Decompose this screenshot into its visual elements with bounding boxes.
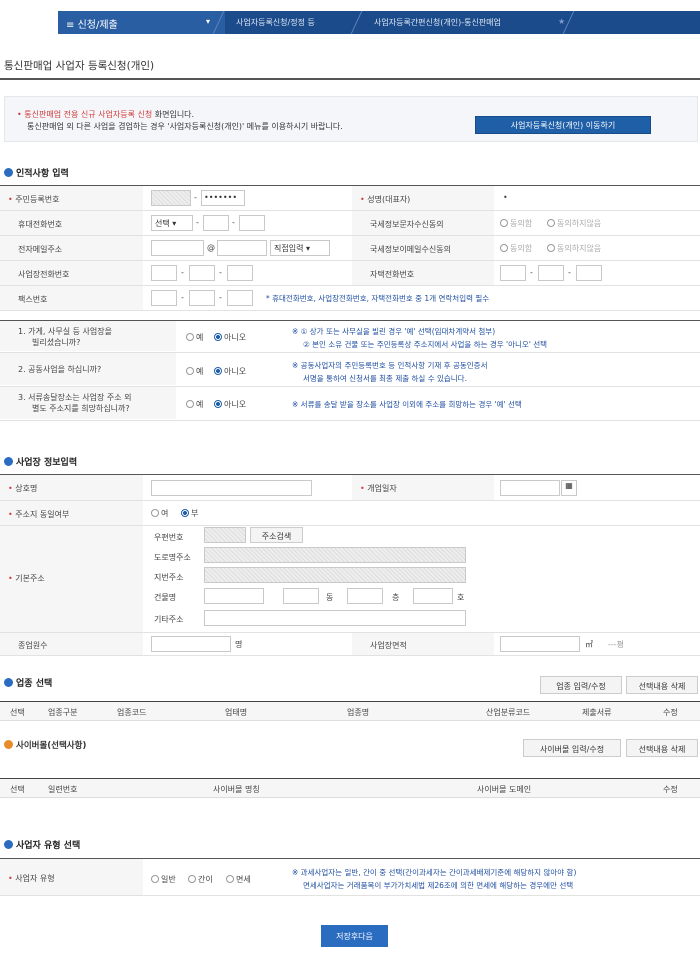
q2-no-radio[interactable]: 아니오 [214, 366, 246, 377]
employee-label: 종업원수 [0, 633, 143, 655]
industry-input-button[interactable]: 업종 입력/수정 [540, 676, 622, 694]
breadcrumb-item-1[interactable]: 사업자등록신청/정정 등 [236, 17, 315, 28]
email-domain-field[interactable] [217, 240, 267, 256]
cybermall-delete-button[interactable]: 선택내용 삭제 [626, 739, 698, 757]
industry-table-header: 선택 업종구분 업종코드 업태명 업종명 산업분류코드 제출서류 수정 [0, 701, 700, 721]
bullet-icon [4, 840, 13, 849]
rrn-back-field[interactable]: ••••••• [201, 190, 245, 206]
mobile-prefix-select[interactable]: 선택 ▾ [151, 215, 193, 231]
page-title: 통신판매업 사업자 등록신청(개인) [4, 60, 155, 72]
email-id-field[interactable] [151, 240, 204, 256]
cybermall-input-button[interactable]: 사이버몰 입력/수정 [523, 739, 621, 757]
address-search-button[interactable]: 주소검색 [250, 527, 303, 543]
biz-name-label: • 상호명 [0, 475, 143, 500]
open-date-label: • 개업일자 [352, 475, 494, 500]
dong-field[interactable] [283, 588, 319, 604]
home-phone-1[interactable] [500, 265, 526, 281]
area-label: 사업장면적 [352, 633, 494, 655]
bullet-icon [4, 457, 13, 466]
go-general-registration-button[interactable]: 사업자등록신청(개인) 이동하기 [475, 116, 651, 134]
employee-field[interactable] [151, 636, 231, 652]
name-label: • 성명(대표자) [352, 186, 494, 210]
rrn-label: • 주민등록번호 [0, 186, 143, 210]
fax-label: 팩스번호 [0, 286, 143, 310]
notice-line-2: 통신판매업 외 다른 사업을 겸업하는 경우 '사업자등록신청(개인)' 메뉴를… [27, 122, 343, 131]
biz-type-exempt-radio[interactable]: 면세 [226, 874, 251, 885]
home-phone-3[interactable] [576, 265, 602, 281]
biz-type-simple-radio[interactable]: 간이 [188, 874, 213, 885]
addr-same-no-radio[interactable]: 부 [181, 508, 198, 519]
save-next-button[interactable]: 저장후다음 [321, 925, 388, 947]
dropdown-arrow-icon[interactable]: ▾ [206, 17, 210, 26]
biz-type-label: • 사업자 유형 [0, 859, 143, 895]
sms-agree-radio[interactable]: 동의함 [500, 218, 532, 229]
notice-line-1: • 통신판매업 전용 신규 사업자등록 신청 화면입니다. [17, 110, 195, 119]
rrn-front-field[interactable] [151, 190, 191, 206]
biz-phone-2[interactable] [189, 265, 215, 281]
sms-disagree-radio[interactable]: 동의하지않음 [547, 218, 601, 229]
breadcrumb-separator [350, 11, 372, 34]
q3-yes-radio[interactable]: 예 [186, 399, 203, 410]
calendar-icon[interactable]: ▦ [561, 480, 577, 496]
menu-dropdown[interactable]: ≡ 신청/제출 [58, 11, 225, 34]
biz-phone-label: 사업장전화번호 [0, 261, 143, 285]
email-disagree-radio[interactable]: 동의하지않음 [547, 243, 601, 254]
star-icon[interactable]: ★ [558, 17, 565, 26]
fax-1[interactable] [151, 290, 177, 306]
bullet-icon [4, 168, 13, 177]
zipcode-field[interactable] [204, 527, 246, 543]
name-value: • [503, 193, 508, 202]
question-2: 2. 공동사업을 하십니까? [0, 353, 176, 385]
fax-3[interactable] [227, 290, 253, 306]
biz-phone-3[interactable] [227, 265, 253, 281]
breadcrumb-separator [562, 11, 584, 34]
addr-same-label: • 주소지 동일여부 [0, 501, 143, 525]
section-industry-title: 업종 선택 [4, 676, 52, 689]
mobile-label: 휴대전화번호 [0, 211, 143, 235]
home-phone-2[interactable] [538, 265, 564, 281]
area-field[interactable] [500, 636, 580, 652]
ho-field[interactable] [413, 588, 453, 604]
email-label: 전자메일주소 [0, 236, 143, 260]
biz-phone-1[interactable] [151, 265, 177, 281]
fax-2[interactable] [189, 290, 215, 306]
q2-yes-radio[interactable]: 예 [186, 366, 203, 377]
open-date-field[interactable] [500, 480, 560, 496]
bullet-icon [4, 678, 13, 687]
home-phone-label: 자택전화번호 [352, 261, 494, 285]
address-label: • 기본주소 [0, 526, 143, 632]
q1-no-radio[interactable]: 아니오 [214, 332, 246, 343]
cybermall-table-header: 선택 일련번호 사이버몰 명칭 사이버몰 도메인 수정 [0, 778, 700, 798]
mobile-mid-field[interactable] [203, 215, 229, 231]
phone-required-note: * 휴대전화번호, 사업장전화번호, 자택전화번호 중 1개 연락처입력 필수 [266, 294, 490, 303]
section-cybermall-title: 사이버몰(선택사항) [4, 739, 86, 751]
bullet-icon [4, 740, 13, 749]
section-personal-title: 인적사항 입력 [4, 166, 69, 179]
hamburger-icon: ≡ [66, 20, 78, 31]
other-address-field[interactable] [204, 610, 466, 626]
lot-address-field [204, 567, 466, 583]
breadcrumb-item-2[interactable]: 사업자등록간편신청(개인)-통신판매업 [374, 17, 501, 28]
email-consent-label: 국세정보이메일수신동의 [352, 236, 494, 260]
q3-no-radio[interactable]: 아니오 [214, 399, 246, 410]
q1-yes-radio[interactable]: 예 [186, 332, 203, 343]
addr-same-yes-radio[interactable]: 여 [151, 508, 168, 519]
section-biz-type-title: 사업자 유형 선택 [4, 838, 80, 851]
title-divider [0, 78, 700, 80]
road-address-field [204, 547, 466, 563]
floor-field[interactable] [347, 588, 383, 604]
notice-box: • 통신판매업 전용 신규 사업자등록 신청 화면입니다. 통신판매업 외 다른… [4, 96, 698, 142]
building-field[interactable] [204, 588, 264, 604]
question-1: 1. 가게, 사무실 등 사업장을 빌리셨습니까? [0, 321, 176, 351]
mobile-last-field[interactable] [239, 215, 265, 231]
biz-name-field[interactable] [151, 480, 312, 496]
email-domain-select[interactable]: 직접입력 ▾ [270, 240, 330, 256]
sms-consent-label: 국세정보문자수신동의 [352, 211, 494, 235]
top-navigation: ≡ 신청/제출 ▾ 사업자등록신청/정정 등 사업자등록간편신청(개인)-통신판… [58, 11, 700, 34]
section-business-title: 사업장 정보입력 [4, 455, 77, 468]
industry-delete-button[interactable]: 선택내용 삭제 [626, 676, 698, 694]
biz-type-general-radio[interactable]: 일반 [151, 874, 176, 885]
question-3: 3. 서류송달장소는 사업장 주소 외 별도 주소지를 희망하십니까? [0, 387, 176, 419]
email-agree-radio[interactable]: 동의함 [500, 243, 532, 254]
